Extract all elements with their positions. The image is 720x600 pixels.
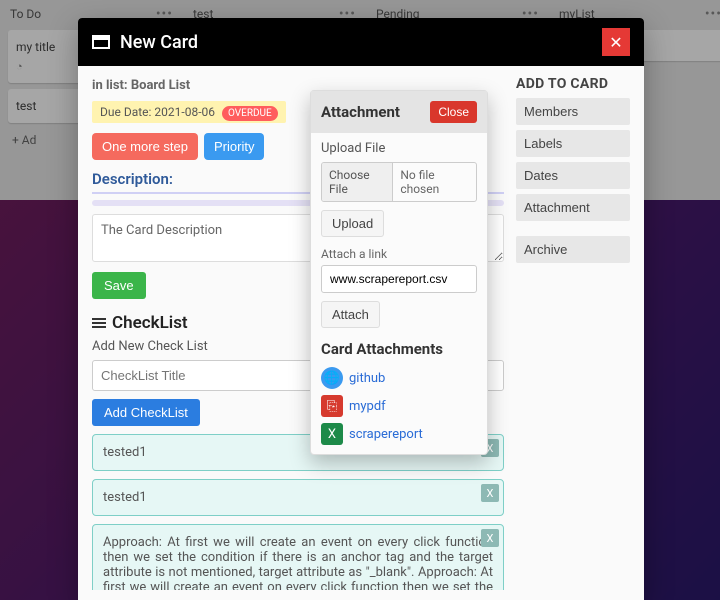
attach-button[interactable]: Attach bbox=[321, 301, 380, 328]
modal-title: New Card bbox=[120, 32, 592, 53]
attachment-popover: Attachment Close Upload File Choose File… bbox=[310, 90, 488, 455]
choose-file-button[interactable]: Choose File bbox=[322, 163, 393, 201]
attach-link-input[interactable] bbox=[321, 265, 477, 293]
attachments-list-title: Card Attachments bbox=[311, 340, 487, 358]
attachment-link[interactable]: scrapereport bbox=[349, 427, 423, 442]
attachment-link[interactable]: github bbox=[349, 371, 385, 386]
sidebar-labels-button[interactable]: Labels bbox=[516, 130, 630, 157]
overdue-badge: OVERDUE bbox=[222, 106, 278, 121]
attachment-row: ⎘ mypdf bbox=[311, 392, 487, 420]
label-pill[interactable]: Priority bbox=[204, 133, 264, 160]
sidebar-members-button[interactable]: Members bbox=[516, 98, 630, 125]
delete-item-button[interactable]: X bbox=[481, 529, 499, 547]
sidebar-attachment-button[interactable]: Attachment bbox=[516, 194, 630, 221]
add-checklist-button[interactable]: Add CheckList bbox=[92, 399, 200, 426]
popover-close-button[interactable]: Close bbox=[430, 101, 477, 123]
modal-sidebar: ADD TO CARD Members Labels Dates Attachm… bbox=[516, 76, 630, 590]
popover-header: Attachment Close bbox=[311, 91, 487, 133]
attachment-row: X scrapereport bbox=[311, 420, 487, 448]
checklist-item-text: tested1 bbox=[103, 490, 147, 505]
upload-button[interactable]: Upload bbox=[321, 210, 384, 237]
checklist-item-text: Approach: At first we will create an eve… bbox=[103, 535, 493, 590]
modal-close-button[interactable]: ✕ bbox=[602, 28, 630, 56]
list-icon bbox=[92, 316, 106, 330]
checklist-item[interactable]: Approach: At first we will create an eve… bbox=[92, 524, 504, 590]
sidebar-archive-button[interactable]: Archive bbox=[516, 236, 630, 263]
file-input[interactable]: Choose File No file chosen bbox=[321, 162, 477, 202]
attachment-row: 🌐 github bbox=[311, 364, 487, 392]
due-date-pill: Due Date: 2021-08-06 OVERDUE bbox=[92, 101, 286, 123]
modal-header: New Card ✕ bbox=[78, 18, 644, 66]
label-pill[interactable]: One more step bbox=[92, 133, 198, 160]
attachment-link[interactable]: mypdf bbox=[349, 399, 386, 414]
delete-item-button[interactable]: X bbox=[481, 484, 499, 502]
card-icon bbox=[92, 35, 110, 49]
sidebar-dates-button[interactable]: Dates bbox=[516, 162, 630, 189]
popover-title: Attachment bbox=[321, 103, 400, 121]
sidebar-heading: ADD TO CARD bbox=[516, 76, 630, 92]
checklist-item-text: tested1 bbox=[103, 445, 147, 460]
excel-icon: X bbox=[321, 423, 343, 445]
save-button[interactable]: Save bbox=[92, 272, 146, 299]
file-status: No file chosen bbox=[393, 163, 476, 201]
pdf-icon: ⎘ bbox=[321, 395, 343, 417]
attach-link-label: Attach a link bbox=[321, 247, 477, 261]
checklist-item[interactable]: tested1 X bbox=[92, 479, 504, 516]
upload-file-label: Upload File bbox=[321, 141, 477, 156]
globe-icon: 🌐 bbox=[321, 367, 343, 389]
